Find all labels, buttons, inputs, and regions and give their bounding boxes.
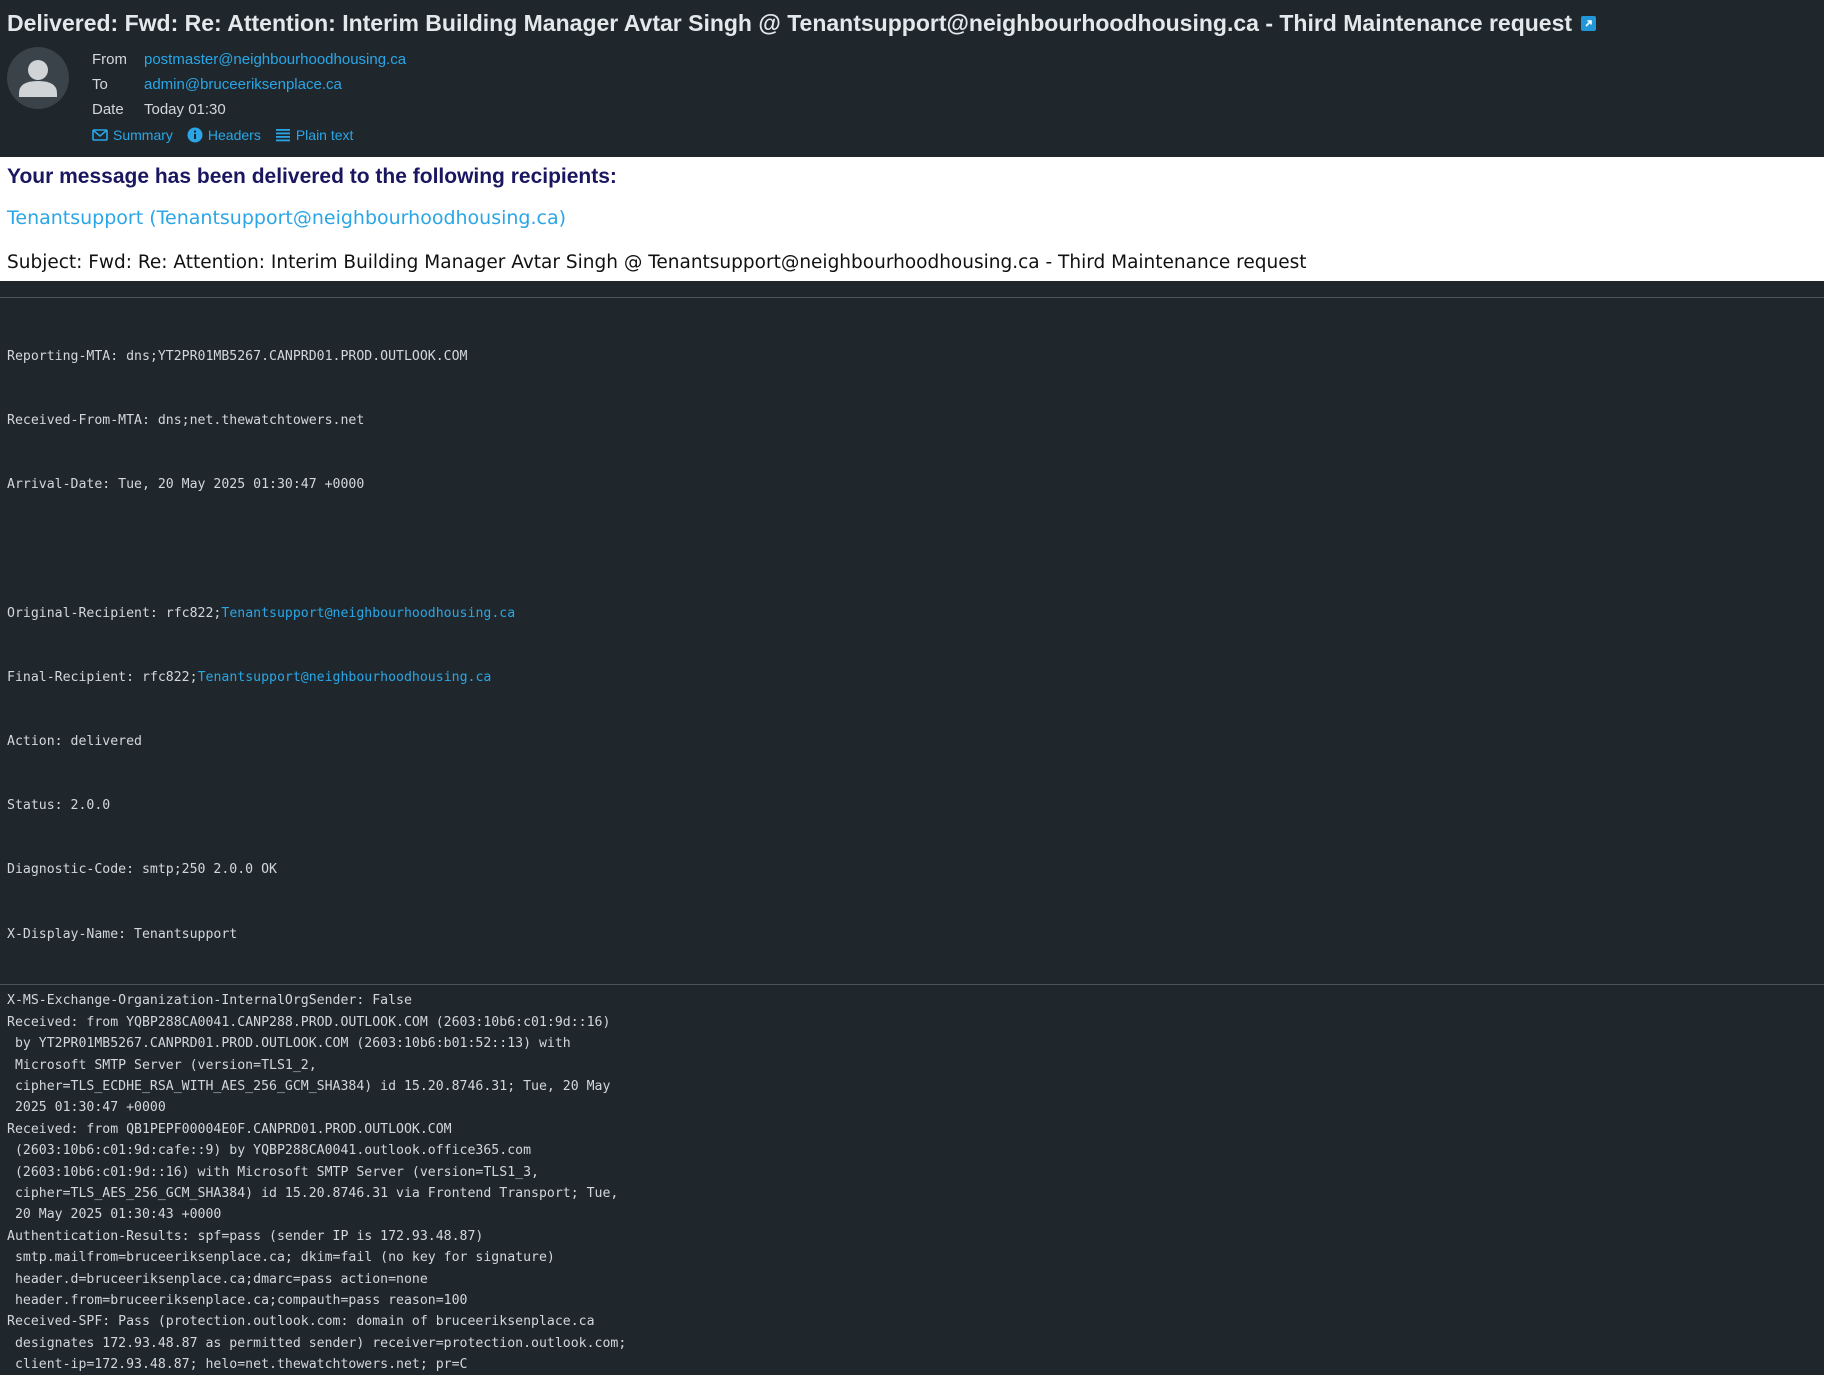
plain-text-label: Plain text (295, 127, 354, 143)
info-icon (187, 127, 203, 143)
header-line: Microsoft SMTP Server (version=TLS1_2, (7, 1057, 317, 1073)
header-line: designates 172.93.48.87 as permitted sen… (7, 1335, 627, 1351)
subject-text: Delivered: Fwd: Re: Attention: Interim B… (7, 10, 1573, 36)
original-headers: X-MS-Exchange-Organization-InternalOrgSe… (0, 985, 1824, 1375)
report-line: X-Display-Name: Tenantsupport (7, 926, 238, 942)
report-line: Original-Recipient: rfc822;Tenantsupport… (7, 603, 1817, 624)
recipient-link[interactable]: Tenantsupport (Tenantsupport@neighbourho… (7, 205, 1817, 231)
delivery-notice: Your message has been delivered to the f… (0, 157, 1824, 281)
avatar (7, 47, 69, 109)
final-recipient-link[interactable]: Tenantsupport@neighbourhoodhousing.ca (198, 670, 492, 685)
header-line: Authentication-Results: spf=pass (sender… (7, 1228, 484, 1244)
report-line: Final-Recipient: rfc822;Tenantsupport@ne… (7, 667, 1817, 688)
delivery-status-report: Reporting-MTA: dns;YT2PR01MB5267.CANPRD0… (0, 298, 1824, 966)
header-line: header.d=bruceeriksenplace.ca;dmarc=pass… (7, 1271, 428, 1287)
message-meta: From postmaster@neighbourhoodhousing.ca … (7, 47, 1817, 143)
from-row: From postmaster@neighbourhoodhousing.ca (92, 47, 406, 72)
header-line: 20 May 2025 01:30:43 +0000 (7, 1207, 222, 1223)
header-line: X-MS-Exchange-Organization-InternalOrgSe… (7, 993, 412, 1009)
header-line: cipher=TLS_AES_256_GCM_SHA384) id 15.20.… (7, 1185, 619, 1201)
from-label: From (92, 51, 127, 68)
from-address-link[interactable]: postmaster@neighbourhoodhousing.ca (144, 47, 406, 72)
header-line: Received: from YQBP288CA0041.CANP288.PRO… (7, 1014, 611, 1030)
header-line: smtp.mailfrom=bruceeriksenplace.ca; dkim… (7, 1250, 555, 1266)
header-line: (2603:10b6:c01:9d::16) with Microsoft SM… (7, 1164, 539, 1180)
lines-icon (275, 129, 290, 142)
report-line: Diagnostic-Code: smtp;250 2.0.0 OK (7, 862, 277, 878)
message-header: Delivered: Fwd: Re: Attention: Interim B… (0, 0, 1824, 143)
header-line: Received: from QB1PEPF00004E0F.CANPRD01.… (7, 1121, 452, 1137)
report-line: Received-From-MTA: dns;net.thewatchtower… (7, 413, 365, 429)
to-label: To (92, 76, 108, 93)
summary-button[interactable]: Summary (92, 127, 173, 143)
header-line: client-ip=172.93.48.87; helo=net.thewatc… (7, 1357, 468, 1373)
headers-button[interactable]: Headers (187, 127, 261, 143)
view-actions: Summary Headers Plain text (92, 127, 406, 143)
header-line: by YT2PR01MB5267.CANPRD01.PROD.OUTLOOK.C… (7, 1036, 571, 1052)
header-line: Received-SPF: Pass (protection.outlook.c… (7, 1314, 595, 1330)
date-label: Date (92, 101, 124, 118)
header-line: (2603:10b6:c01:9d:cafe::9) by YQBP288CA0… (7, 1143, 532, 1159)
message-subject: Delivered: Fwd: Re: Attention: Interim B… (7, 8, 1817, 38)
original-recipient-prefix: Original-Recipient: rfc822; (7, 605, 222, 621)
envelope-icon (92, 129, 108, 141)
header-line: cipher=TLS_ECDHE_RSA_WITH_AES_256_GCM_SH… (7, 1079, 611, 1094)
date-row: Date Today 01:30 (92, 97, 406, 122)
report-line: Status: 2.0.0 (7, 798, 111, 814)
to-address-link[interactable]: admin@bruceeriksenplace.ca (144, 72, 342, 97)
report-line: Reporting-MTA: dns;YT2PR01MB5267.CANPRD0… (7, 348, 468, 364)
original-subject: Subject: Fwd: Re: Attention: Interim Bui… (7, 252, 1307, 273)
header-line: header.from=bruceeriksenplace.ca;compaut… (7, 1292, 468, 1308)
to-row: To admin@bruceeriksenplace.ca (92, 72, 406, 97)
headers-label: Headers (207, 127, 261, 143)
header-line: 2025 01:30:47 +0000 (7, 1100, 166, 1116)
original-recipient-link[interactable]: Tenantsupport@neighbourhoodhousing.ca (221, 606, 515, 621)
open-external-icon[interactable] (1581, 15, 1597, 31)
date-value: Today 01:30 (144, 101, 226, 118)
report-line: Action: delivered (7, 734, 142, 750)
plain-text-button[interactable]: Plain text (275, 127, 354, 143)
delivered-title: Your message has been delivered to the f… (7, 165, 617, 188)
final-recipient-prefix: Final-Recipient: rfc822; (7, 669, 198, 685)
report-line: Arrival-Date: Tue, 20 May 2025 01:30:47 … (7, 477, 365, 493)
person-icon (19, 60, 57, 97)
header-fields: From postmaster@neighbourhoodhousing.ca … (92, 47, 406, 143)
summary-label: Summary (113, 127, 173, 143)
